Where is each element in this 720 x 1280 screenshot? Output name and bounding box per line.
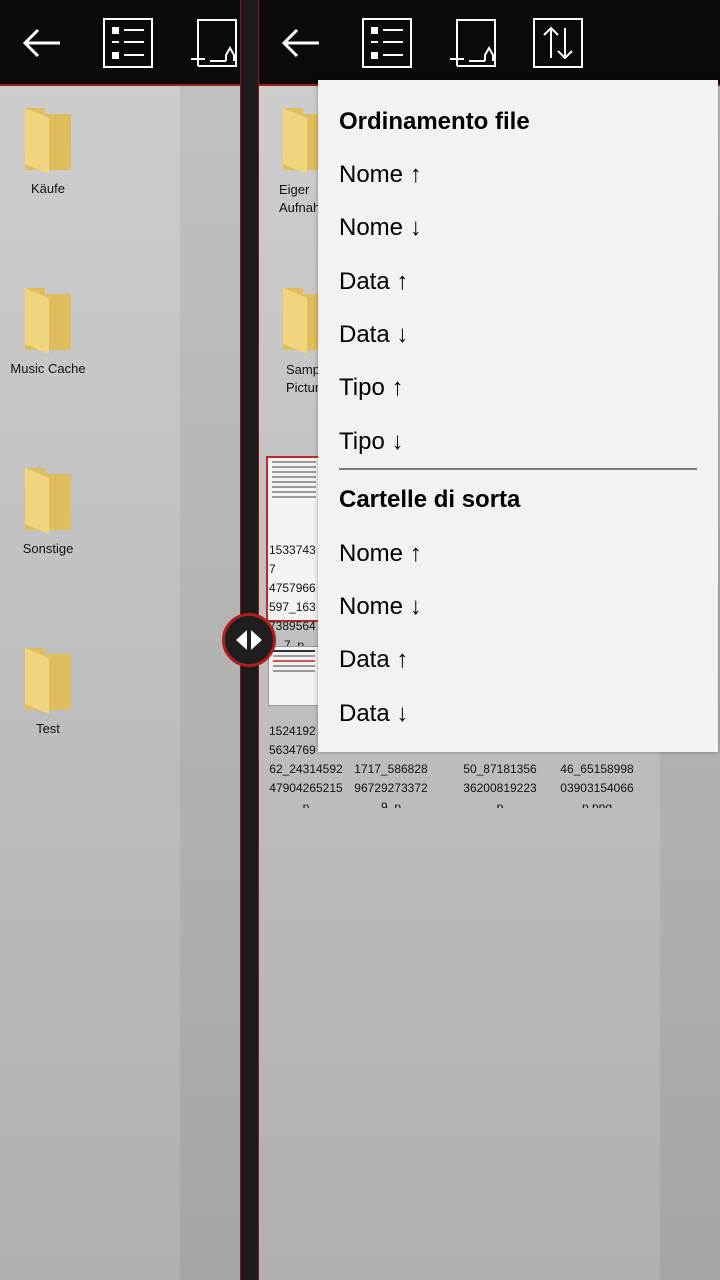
file-name-line: 15337437 <box>269 543 316 576</box>
split-resize-handle[interactable] <box>222 613 276 667</box>
file-name: 1717_586828 96729273372 9_p <box>346 760 436 808</box>
sort-files-type-desc[interactable]: Tipo ↓ <box>339 428 403 456</box>
folder-icon <box>25 468 71 534</box>
thumbnail-text-line <box>273 650 315 652</box>
thumbnail-text-line <box>272 481 316 483</box>
sort-files-date-asc[interactable]: Data ↑ <box>339 268 408 296</box>
sort-files-type-asc[interactable]: Tipo ↑ <box>339 374 403 402</box>
sort-folders-name-desc[interactable]: Nome ↓ <box>339 593 422 621</box>
thumbnail-text-line <box>272 471 316 473</box>
file-name-line: 36200819223 <box>463 781 537 795</box>
sort-folders-name-asc[interactable]: Nome ↑ <box>339 540 422 568</box>
sort-files-header: Ordinamento file <box>339 108 530 135</box>
file-name: 15337437 4757966 597_163 7389564 7_p <box>269 541 319 646</box>
new-folder-icon <box>191 19 237 67</box>
left-right-arrows-icon <box>236 630 262 650</box>
thumbnail-text-line <box>273 655 315 657</box>
folder-icon <box>25 108 71 174</box>
file-name-line: 96729273372 <box>354 781 428 795</box>
back-button[interactable] <box>18 18 68 68</box>
list-view-button[interactable] <box>362 18 412 68</box>
folder-label-line: Aufnah <box>279 200 319 215</box>
file-name-line: 03903154066 <box>560 781 634 795</box>
folder-label: Test <box>36 721 60 736</box>
folder-item[interactable]: Käufe <box>0 104 96 198</box>
sort-button[interactable] <box>533 18 583 68</box>
folder-label: Eiger Aufnah <box>279 181 319 217</box>
file-name-line: 47904265215 <box>269 781 343 795</box>
left-pane: Käufe Music Cache Sonstige Test <box>0 0 240 1280</box>
file-name-line: 7389564 <box>269 619 316 633</box>
sort-icon <box>533 18 583 68</box>
sort-files-name-asc[interactable]: Nome ↑ <box>339 161 422 189</box>
menu-separator <box>339 468 697 470</box>
new-folder-button[interactable] <box>447 18 497 68</box>
sort-menu: Ordinamento file Nome ↑ Nome ↓ Data ↑ Da… <box>318 80 718 752</box>
file-name-line: p <box>302 800 310 808</box>
new-folder-button[interactable] <box>188 18 238 68</box>
file-name: 46_65158998 03903154066 p.png <box>552 760 642 808</box>
back-arrow-icon <box>22 28 60 58</box>
file-name-line: 46_65158998 <box>560 762 634 776</box>
thumbnail-text-line <box>272 491 316 493</box>
new-folder-icon <box>450 19 496 67</box>
file-name-line: 50_87181356 <box>463 762 537 776</box>
folder-label: Sonstige <box>22 541 74 556</box>
folder-item[interactable]: Music Cache <box>0 284 96 378</box>
file-thumbnail[interactable] <box>268 646 320 706</box>
thumbnail-text-line <box>272 486 316 488</box>
file-name-line: 1717_586828 <box>354 762 428 776</box>
list-view-icon <box>362 18 412 68</box>
file-name: 50_87181356 36200819223 p <box>455 760 545 808</box>
folder-icon <box>25 648 71 714</box>
folder-label-line: Eiger <box>279 182 310 197</box>
folder-item[interactable]: Test <box>0 644 96 738</box>
list-view-button[interactable] <box>103 18 153 68</box>
file-name-line: p <box>496 800 504 808</box>
folder-label: Music Cache <box>10 361 86 376</box>
sort-files-name-desc[interactable]: Nome ↓ <box>339 214 422 242</box>
file-name-line: 62_24314592 <box>269 762 343 776</box>
folder-icon <box>25 288 71 354</box>
thumbnail-text-line <box>272 461 316 463</box>
sort-files-date-desc[interactable]: Data ↓ <box>339 321 408 349</box>
thumbnail-text-line <box>273 665 315 667</box>
folder-label: Käufe <box>31 181 65 196</box>
file-name-line: 7_p <box>283 638 305 646</box>
list-view-icon <box>103 18 153 68</box>
back-arrow-icon <box>281 28 319 58</box>
thumbnail-text-line <box>272 496 316 498</box>
thumbnail-text-line <box>273 670 315 672</box>
file-name-line: p.png <box>581 800 613 808</box>
folder-item[interactable]: Sonstige <box>0 464 96 558</box>
left-scroll-area[interactable] <box>180 86 240 1280</box>
file-name-line: 9_p <box>380 800 402 808</box>
sort-folders-header: Cartelle di sorta <box>339 486 521 513</box>
file-name-line: 597_163 <box>269 600 316 614</box>
file-name-line: 4757966 <box>269 581 316 595</box>
back-button[interactable] <box>277 18 327 68</box>
thumbnail-text-line <box>273 660 315 662</box>
thumbnail-text-line <box>272 476 316 478</box>
left-toolbar <box>0 0 240 86</box>
sort-folders-date-desc[interactable]: Data ↓ <box>339 700 408 728</box>
thumbnail-text-line <box>272 466 316 468</box>
right-toolbar <box>259 0 720 86</box>
sort-folders-date-asc[interactable]: Data ↑ <box>339 646 408 674</box>
